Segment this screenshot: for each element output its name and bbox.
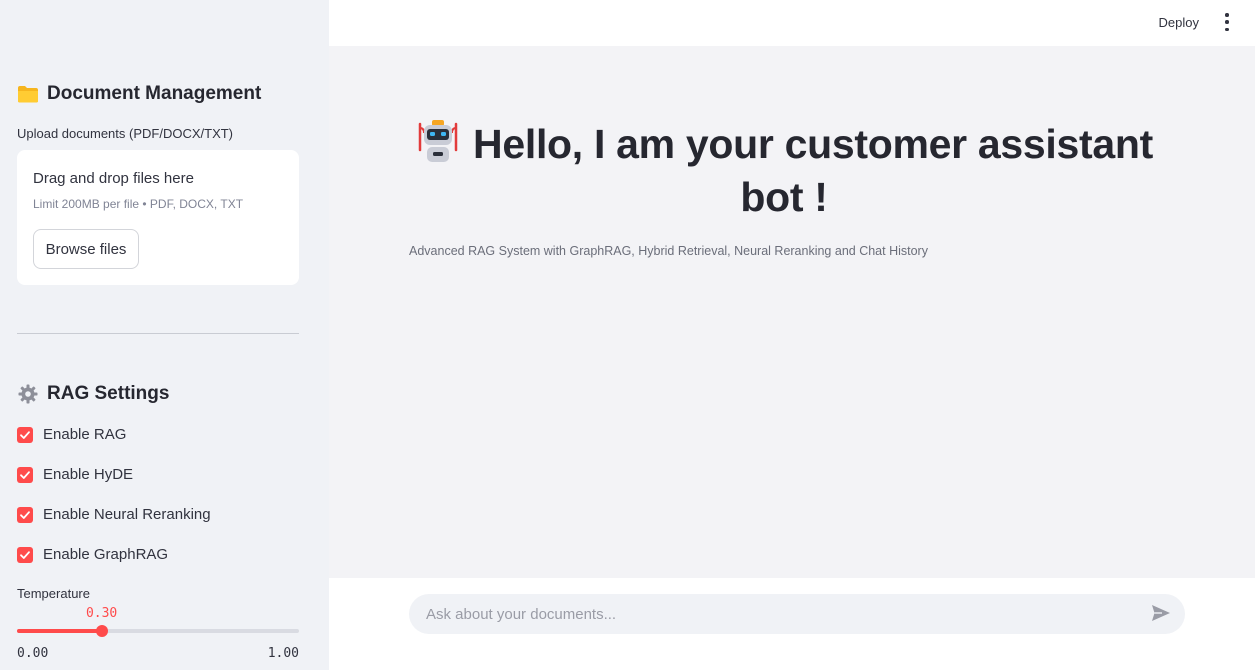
checkbox-checked-icon[interactable]	[17, 546, 33, 563]
sidebar: Document Management Upload documents (PD…	[0, 0, 329, 670]
rag-settings-heading: RAG Settings	[17, 383, 169, 405]
hero-title: Hello, I am your customer assistant bot …	[473, 121, 1153, 220]
hero-heading: Hello, I am your customer assistant bot …	[409, 118, 1159, 224]
checkbox-label: Enable HyDE	[43, 466, 134, 483]
checkbox-label: Enable GraphRAG	[43, 546, 169, 563]
temperature-value: 0.30	[85, 606, 118, 621]
document-management-title: Document Management	[47, 83, 262, 104]
chat-input[interactable]	[409, 594, 1129, 634]
checkbox-checked-icon[interactable]	[17, 466, 33, 483]
top-bar: Deploy	[329, 0, 1255, 46]
slider-max-label: 1.00	[267, 646, 299, 661]
hero-subtitle: Advanced RAG System with GraphRAG, Hybri…	[409, 244, 928, 258]
checkbox-label: Enable RAG	[43, 426, 127, 443]
chat-input-container	[409, 594, 1185, 634]
checkbox-enable-graphrag[interactable]: Enable GraphRAG	[17, 546, 168, 563]
deploy-button[interactable]: Deploy	[1159, 15, 1199, 30]
checkbox-enable-neural-reranking[interactable]: Enable Neural Reranking	[17, 506, 211, 523]
chat-bar	[329, 578, 1255, 670]
sidebar-divider	[17, 333, 299, 334]
checkbox-checked-icon[interactable]	[17, 426, 33, 443]
browse-files-button[interactable]: Browse files	[33, 229, 139, 269]
main-content: Hello, I am your customer assistant bot …	[329, 46, 1255, 578]
upload-label: Upload documents (PDF/DOCX/TXT)	[17, 126, 234, 141]
checkbox-checked-icon[interactable]	[17, 506, 33, 523]
checkbox-enable-hyde[interactable]: Enable HyDE	[17, 466, 133, 483]
folder-icon	[17, 83, 39, 105]
robot-icon	[415, 118, 461, 164]
slider-min-label: 0.00	[17, 646, 49, 661]
checkbox-label: Enable Neural Reranking	[43, 506, 211, 523]
rag-settings-title: RAG Settings	[47, 383, 170, 404]
dropzone-limit: Limit 200MB per file • PDF, DOCX, TXT	[33, 197, 244, 211]
temperature-label: Temperature	[17, 586, 90, 601]
slider-fill	[17, 629, 102, 633]
file-dropzone[interactable]: Drag and drop files here Limit 200MB per…	[17, 150, 299, 285]
gear-icon	[17, 383, 39, 405]
temperature-slider[interactable]	[17, 625, 299, 637]
kebab-menu-icon[interactable]	[1223, 13, 1231, 31]
document-management-heading: Document Management	[17, 83, 261, 105]
slider-thumb[interactable]	[95, 625, 108, 637]
send-icon[interactable]	[1151, 604, 1173, 624]
dropzone-title: Drag and drop files here	[33, 170, 194, 187]
checkbox-enable-rag[interactable]: Enable RAG	[17, 426, 126, 443]
